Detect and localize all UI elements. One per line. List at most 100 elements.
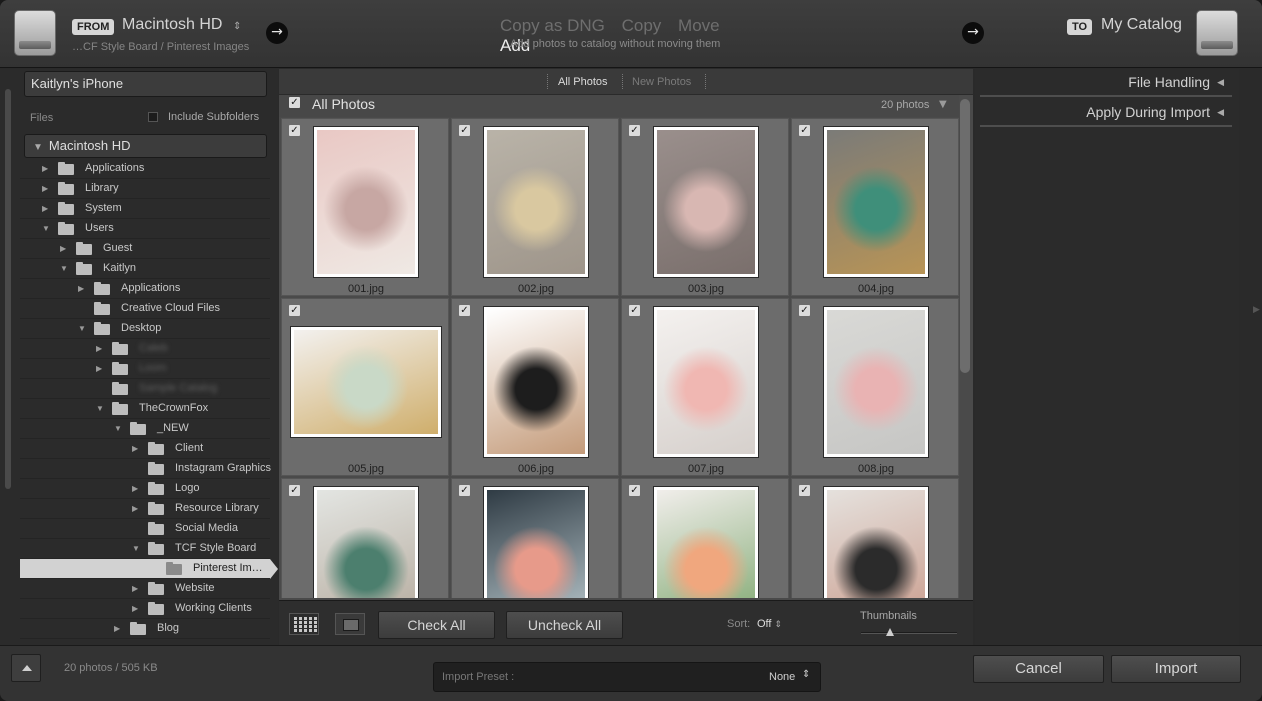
all-photos-checkbox[interactable]: ✓: [289, 97, 300, 108]
photo-thumbnail[interactable]: [484, 127, 588, 277]
folder-row[interactable]: Creative Cloud Files: [20, 299, 270, 319]
disclosure-down-icon[interactable]: ▼: [78, 324, 86, 333]
folder-row[interactable]: ▶ System: [20, 199, 270, 219]
photo-cell[interactable]: ✓ 005.jpg: [281, 298, 449, 476]
folder-row[interactable]: ▶ Loom: [20, 359, 270, 379]
photo-checkbox[interactable]: ✓: [459, 125, 470, 136]
disclosure-right-icon[interactable]: ▶: [114, 624, 120, 633]
photo-thumbnail[interactable]: [654, 487, 758, 598]
cancel-button[interactable]: Cancel: [973, 655, 1104, 683]
folder-row[interactable]: ▶ Applications: [20, 279, 270, 299]
mode-copy-as-dng[interactable]: Copy as DNG: [500, 16, 605, 35]
folder-row[interactable]: ▶ Blog: [20, 619, 270, 639]
folder-row[interactable]: Instagram Graphics: [20, 459, 271, 479]
photo-checkbox[interactable]: ✓: [289, 125, 300, 136]
volume-header[interactable]: ▼ Macintosh HD: [24, 134, 267, 158]
disclosure-right-icon[interactable]: ▶: [42, 164, 48, 173]
folder-row[interactable]: ▼ TheCrownFox: [20, 399, 270, 419]
folder-row[interactable]: ▼ Users: [20, 219, 270, 239]
photo-checkbox[interactable]: ✓: [629, 125, 640, 136]
folder-row[interactable]: ▶ Resource Library: [20, 499, 270, 519]
disclosure-down-icon[interactable]: ▼: [60, 264, 68, 273]
photo-cell[interactable]: ✓ 007.jpg: [621, 298, 789, 476]
photo-cell[interactable]: ✓012.jpg: [791, 478, 959, 598]
folder-row[interactable]: Pinterest Im…: [20, 559, 278, 579]
photo-thumbnail[interactable]: [291, 327, 441, 437]
folder-row[interactable]: ▼ Desktop: [20, 319, 270, 339]
folder-row[interactable]: ▶ Library: [20, 179, 270, 199]
folder-row[interactable]: ▶ Caleb: [20, 339, 270, 359]
photo-checkbox[interactable]: ✓: [459, 305, 470, 316]
photo-cell[interactable]: ✓009.jpg: [281, 478, 449, 598]
grid-scrollbar[interactable]: [960, 99, 970, 373]
source-panel-scrollbar[interactable]: [5, 89, 11, 489]
disclosure-right-icon[interactable]: ▶: [132, 584, 138, 593]
photo-thumbnail[interactable]: [484, 307, 588, 457]
disclosure-right-icon[interactable]: ▶: [42, 184, 48, 193]
disclosure-down-icon[interactable]: ▼: [114, 424, 122, 433]
photo-thumbnail[interactable]: [484, 487, 588, 598]
photo-checkbox[interactable]: ✓: [289, 485, 300, 496]
photo-cell[interactable]: ✓ 002.jpg: [451, 118, 619, 296]
collapse-up-icon[interactable]: [11, 654, 41, 682]
mode-copy[interactable]: Copy: [622, 16, 662, 35]
disclosure-down-icon[interactable]: ▼: [96, 404, 104, 413]
folder-row[interactable]: Sample Catalog: [20, 379, 270, 399]
folder-row[interactable]: ▼ Kaitlyn: [20, 259, 270, 279]
import-button[interactable]: Import: [1111, 655, 1241, 683]
disclosure-down-icon[interactable]: ▼: [132, 544, 140, 553]
disclosure-right-icon[interactable]: ▶: [60, 244, 66, 253]
device-item[interactable]: Kaitlyn's iPhone: [24, 71, 267, 97]
photo-checkbox[interactable]: ✓: [289, 305, 300, 316]
tab-new-photos[interactable]: New Photos: [632, 76, 691, 88]
uncheck-all-button[interactable]: Uncheck All: [506, 611, 623, 639]
disclosure-right-icon[interactable]: ▶: [132, 484, 138, 493]
photo-checkbox[interactable]: ✓: [629, 485, 640, 496]
photo-thumbnail[interactable]: [314, 487, 418, 598]
apply-during-import-section[interactable]: Apply During Import ◀: [980, 99, 1232, 127]
folder-row[interactable]: ▼ _NEW: [20, 419, 270, 439]
photo-cell[interactable]: ✓ 008.jpg: [791, 298, 959, 476]
folder-row[interactable]: ▼ TCF Style Board: [20, 539, 270, 559]
photo-cell[interactable]: ✓ 006.jpg: [451, 298, 619, 476]
disclosure-right-icon[interactable]: ▶: [96, 344, 102, 353]
folder-row[interactable]: ▶ Working Clients: [20, 599, 270, 619]
mode-move[interactable]: Move: [678, 16, 720, 35]
photo-thumbnail[interactable]: [824, 487, 928, 598]
folder-row[interactable]: ▶ Website: [20, 579, 270, 599]
photo-cell[interactable]: ✓ 003.jpg: [621, 118, 789, 296]
photo-checkbox[interactable]: ✓: [799, 125, 810, 136]
photo-cell[interactable]: ✓ 004.jpg: [791, 118, 959, 296]
disclosure-right-icon[interactable]: ▶: [42, 204, 48, 213]
sort-select[interactable]: Off ⇕: [757, 618, 782, 630]
folder-row[interactable]: Social Media: [20, 519, 270, 539]
loupe-view-icon[interactable]: [335, 613, 365, 635]
photo-thumbnail[interactable]: [824, 307, 928, 457]
disclosure-right-icon[interactable]: ▶: [96, 364, 102, 373]
photo-checkbox[interactable]: ✓: [459, 485, 470, 496]
thumbnail-size-slider[interactable]: [861, 632, 957, 634]
photo-cell[interactable]: ✓011.jpg: [621, 478, 789, 598]
folder-row[interactable]: ▶ Applications: [20, 159, 270, 179]
photo-thumbnail[interactable]: [654, 307, 758, 457]
file-handling-section[interactable]: File Handling ◀: [980, 69, 1232, 97]
include-subfolders-label[interactable]: Include Subfolders: [168, 111, 259, 123]
photo-thumbnail[interactable]: [654, 127, 758, 277]
import-preset-select[interactable]: Import Preset : None ⇕: [433, 662, 821, 692]
folder-row[interactable]: ▶ Guest: [20, 239, 270, 259]
disclosure-right-icon[interactable]: ▶: [132, 504, 138, 513]
disclosure-down-icon[interactable]: ▼: [42, 224, 50, 233]
grid-view-icon[interactable]: [289, 613, 319, 635]
source-drive-icon[interactable]: [14, 10, 56, 56]
photo-cell[interactable]: ✓010.jpg: [451, 478, 619, 598]
photo-checkbox[interactable]: ✓: [629, 305, 640, 316]
include-subfolders-checkbox[interactable]: [148, 112, 158, 122]
photo-thumbnail[interactable]: [314, 127, 418, 277]
folder-row[interactable]: ▶ Client: [20, 439, 270, 459]
photo-checkbox[interactable]: ✓: [799, 485, 810, 496]
source-selector[interactable]: Macintosh HD ⇕: [122, 16, 241, 34]
collapse-triangle-icon[interactable]: ▼: [939, 99, 947, 110]
disclosure-right-icon[interactable]: ▶: [78, 284, 84, 293]
slider-handle[interactable]: [885, 628, 894, 636]
photo-cell[interactable]: ✓ 001.jpg: [281, 118, 449, 296]
